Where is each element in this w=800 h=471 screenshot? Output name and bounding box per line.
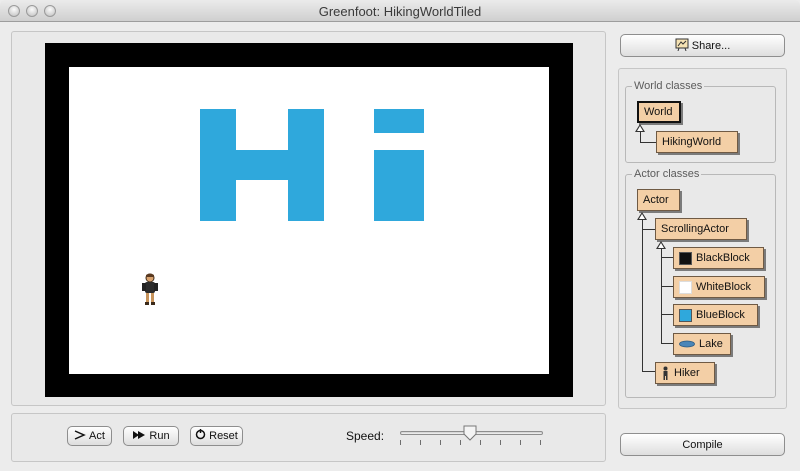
class-blueblock-label: BlueBlock [696,309,745,321]
tree-line [642,371,656,372]
letter-h-left-stem [200,109,236,221]
share-label: Share... [691,39,731,52]
class-hiker[interactable]: Hiker [655,362,715,384]
letter-i-dot [374,109,424,133]
share-icon [675,37,689,54]
whiteblock-icon [679,280,692,294]
letter-h-right-stem [288,109,324,221]
run-icon [132,430,146,443]
class-actor[interactable]: Actor [637,189,680,211]
class-blackblock[interactable]: BlackBlock [673,247,764,269]
class-blueblock[interactable]: BlueBlock [673,304,758,326]
class-scrollingactor[interactable]: ScrollingActor [655,218,747,240]
speed-label: Speed: [346,429,385,443]
reset-icon [195,429,206,443]
world-view[interactable] [45,43,573,397]
class-blackblock-label: BlackBlock [696,252,750,264]
reset-button[interactable]: Reset [190,426,243,446]
class-whiteblock[interactable]: WhiteBlock [673,276,765,298]
act-button[interactable]: Act [67,426,112,446]
letter-i-stem [374,150,424,221]
class-hiker-label: Hiker [674,367,700,379]
world-canvas[interactable] [69,67,549,374]
reset-label: Reset [209,430,238,442]
class-whiteblock-label: WhiteBlock [696,281,752,293]
tree-line [642,229,656,230]
tree-line [640,142,657,143]
hiker-class-icon [663,366,668,380]
title-bar: Greenfoot: HikingWorldTiled [0,0,800,22]
tree-line [642,219,643,371]
blackblock-icon [679,251,692,265]
class-lake-label: Lake [699,338,723,350]
lake-icon [679,340,695,348]
tree-line [661,248,662,343]
run-button[interactable]: Run [123,426,179,446]
speed-slider-thumb[interactable] [463,425,477,441]
class-lake[interactable]: Lake [673,333,731,355]
act-icon [74,429,86,443]
run-label: Run [149,430,170,442]
share-button[interactable]: Share... [620,34,785,57]
class-hikingworld[interactable]: HikingWorld [656,131,738,153]
class-world[interactable]: World [637,101,681,123]
hiker-icon[interactable] [140,273,160,305]
act-label: Act [89,430,105,442]
window-title: Greenfoot: HikingWorldTiled [318,4,482,19]
blueblock-icon [679,308,692,322]
actor-classes-title: Actor classes [632,168,702,180]
world-classes-title: World classes [632,80,705,92]
compile-button[interactable]: Compile [620,433,785,456]
letter-h-crossbar [235,150,289,180]
